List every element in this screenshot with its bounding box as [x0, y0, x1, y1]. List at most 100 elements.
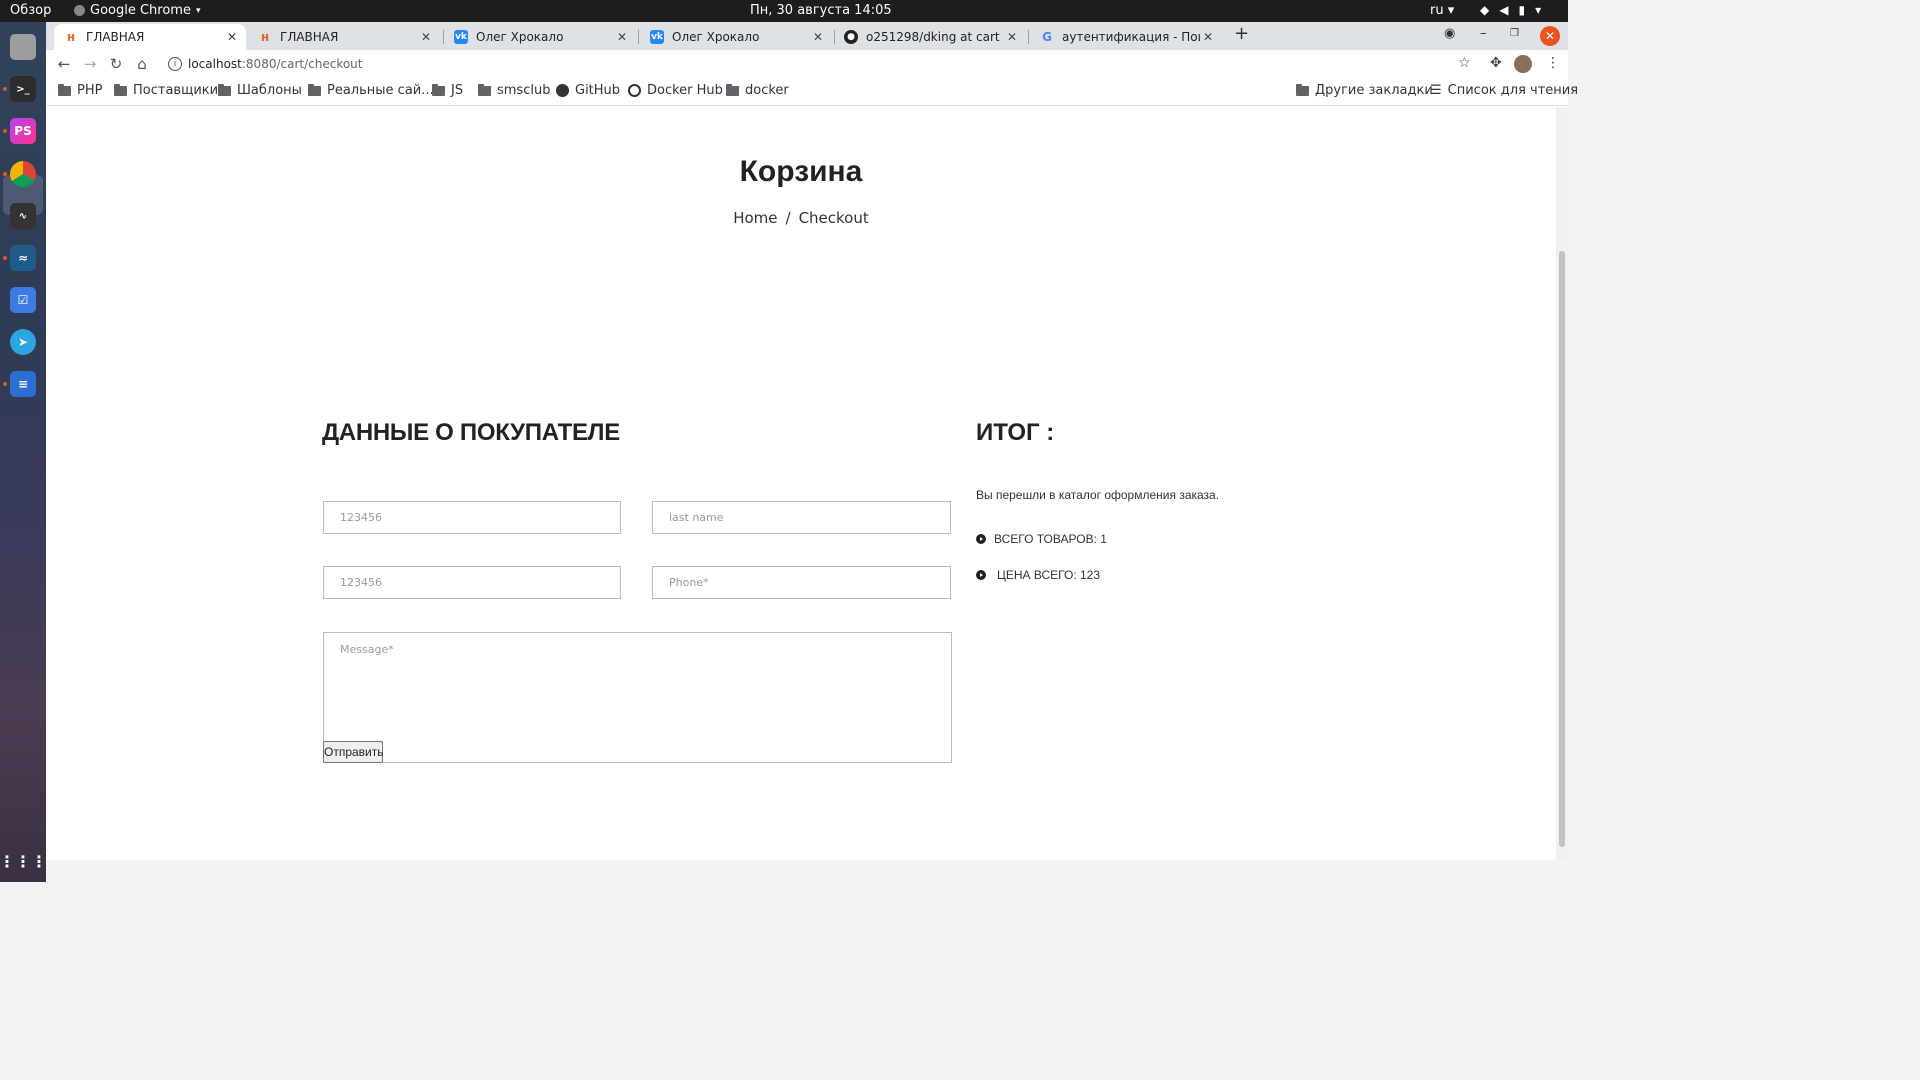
- tab-close-icon[interactable]: ✕: [224, 30, 240, 44]
- bookmark-js[interactable]: JS: [432, 83, 463, 98]
- tab-close-icon[interactable]: ✕: [1004, 30, 1020, 44]
- reading-list-button[interactable]: ☰ Список для чтения: [1430, 83, 1578, 98]
- tab-active[interactable]: н ГЛАВНАЯ ✕: [54, 24, 246, 50]
- tab[interactable]: G аутентификация - Поиск ✕: [1030, 24, 1222, 50]
- last-name-field[interactable]: [652, 501, 951, 534]
- tab[interactable]: vk Олег Хрокало ✕: [444, 24, 636, 50]
- clock[interactable]: Пн, 30 августа 14:05: [750, 3, 892, 18]
- folder-icon: [308, 83, 321, 96]
- tab-close-icon[interactable]: ✕: [810, 30, 826, 44]
- chrome-menu-icon[interactable]: ⋮: [1546, 55, 1560, 71]
- profile-avatar[interactable]: [1514, 55, 1532, 73]
- bookmark-label: Реальные сай...: [327, 83, 434, 98]
- phone-field[interactable]: [652, 566, 951, 599]
- forward-button[interactable]: →: [80, 54, 100, 74]
- folder-icon: [218, 83, 231, 96]
- tab[interactable]: н ГЛАВНАЯ ✕: [248, 24, 440, 50]
- mysql-workbench-icon[interactable]: ≈: [10, 245, 36, 271]
- phpstorm-icon[interactable]: PS: [10, 118, 36, 144]
- chrome-icon[interactable]: [10, 161, 36, 187]
- app-menu[interactable]: Google Chrome ▾: [74, 3, 201, 18]
- bookmark-real-sites[interactable]: Реальные сай...: [308, 83, 434, 98]
- dock: >_ PS ∿ ≈ ☑ ➤ ≡ ⋮⋮⋮: [0, 22, 47, 882]
- breadcrumb-current: Checkout: [798, 209, 869, 227]
- reload-button[interactable]: ↻: [106, 54, 126, 74]
- page-content: Корзина Home / Checkout ДАННЫЕ О ПОКУПАТЕЛ…: [46, 107, 1556, 860]
- vk-icon: vk: [454, 30, 468, 44]
- folder-icon: [58, 83, 71, 96]
- tab-close-icon[interactable]: ✕: [1200, 30, 1216, 44]
- vk-icon: vk: [650, 30, 664, 44]
- page-scrollbar[interactable]: [1556, 107, 1568, 860]
- arrow-bullet-icon: [976, 570, 986, 580]
- system-monitor-icon[interactable]: ∿: [10, 203, 36, 229]
- wifi-icon: ◆: [1480, 3, 1490, 17]
- tab-close-icon[interactable]: ✕: [418, 30, 434, 44]
- page-favicon: н: [260, 30, 270, 44]
- telegram-icon[interactable]: ➤: [10, 329, 36, 355]
- bookmark-github[interactable]: GitHub: [556, 83, 620, 98]
- activities-button[interactable]: Обзор: [10, 3, 51, 18]
- tab-close-icon[interactable]: ✕: [614, 30, 630, 44]
- tab[interactable]: ● o251298/dking at cart ✕: [834, 24, 1026, 50]
- bookmark-label: PHP: [77, 83, 103, 98]
- page-title: Корзина: [739, 155, 863, 188]
- extensions-icon[interactable]: ✥: [1490, 55, 1502, 71]
- folder-icon: [726, 83, 739, 96]
- chevron-down-icon: ▾: [1535, 3, 1542, 17]
- chevron-down-icon: ▾: [195, 5, 201, 16]
- github-icon: ●: [844, 30, 858, 44]
- new-tab-button[interactable]: +: [1234, 23, 1249, 44]
- close-window-button[interactable]: ✕: [1540, 26, 1560, 46]
- bookmark-smsclub[interactable]: smsclub: [478, 83, 550, 98]
- arrow-bullet-icon: [976, 534, 986, 544]
- first-name-field[interactable]: [323, 501, 621, 534]
- maximize-button[interactable]: ❐: [1510, 28, 1519, 39]
- summary-heading: ИТОГ :: [976, 419, 1055, 446]
- minimize-button[interactable]: –: [1480, 26, 1487, 41]
- tab[interactable]: vk Олег Хрокало ✕: [640, 24, 832, 50]
- bookmark-label: Docker Hub: [647, 83, 723, 98]
- home-button[interactable]: ⌂: [132, 54, 152, 74]
- terminal-icon[interactable]: >_: [10, 76, 36, 102]
- breadcrumb: Home / Checkout: [46, 209, 1556, 227]
- system-top-bar: Обзор Google Chrome ▾ Пн, 30 августа 14:…: [0, 0, 1568, 22]
- tab-search-icon[interactable]: ◉: [1444, 26, 1455, 41]
- system-tray[interactable]: ◆ ◀ ▮ ▾: [1480, 3, 1541, 17]
- tab-title: ГЛАВНАЯ: [86, 30, 145, 44]
- battery-icon: ▮: [1518, 3, 1526, 17]
- breadcrumb-home-link[interactable]: Home: [733, 209, 777, 227]
- bookmark-templates[interactable]: Шаблоны: [218, 83, 302, 98]
- back-button[interactable]: ←: [54, 54, 74, 74]
- submit-button[interactable]: Отправить: [323, 741, 384, 763]
- bookmark-label: Поставщики: [133, 83, 219, 98]
- files-icon[interactable]: [10, 34, 36, 60]
- site-info-icon[interactable]: i: [168, 57, 182, 71]
- bookmark-label: GitHub: [575, 83, 621, 98]
- chrome-small-icon: [74, 5, 85, 16]
- bookmark-docker[interactable]: docker: [726, 83, 789, 98]
- browser-toolbar: ← → ↻ ⌂ i localhost:8080/cart/checkout ☆…: [46, 50, 1568, 78]
- address-bar[interactable]: i localhost:8080/cart/checkout: [158, 51, 1488, 77]
- email-field[interactable]: [323, 566, 621, 599]
- message-field[interactable]: [323, 632, 952, 763]
- tab-title: аутентификация - Поиск: [1062, 30, 1200, 44]
- bookmark-php[interactable]: PHP: [58, 83, 102, 98]
- tasks-icon[interactable]: ☑: [10, 287, 36, 313]
- bookmark-suppliers[interactable]: Поставщики: [114, 83, 218, 98]
- bookmark-docker-hub[interactable]: Docker Hub: [628, 83, 723, 98]
- bookmark-star-icon[interactable]: ☆: [1458, 55, 1471, 71]
- github-icon: [556, 84, 569, 97]
- folder-icon: [114, 83, 127, 96]
- page-favicon: н: [66, 30, 76, 44]
- google-icon: G: [1042, 30, 1052, 44]
- text-editor-icon[interactable]: ≡: [10, 371, 36, 397]
- summary-text: Вы перешли в каталог оформления заказа.: [976, 488, 1220, 502]
- folder-icon: [1296, 83, 1309, 96]
- scrollbar-thumb[interactable]: [1559, 251, 1565, 847]
- keyboard-layout[interactable]: ru ▾: [1430, 3, 1454, 18]
- app-grid-icon[interactable]: ⋮⋮⋮: [0, 848, 47, 874]
- bookmark-other[interactable]: Другие закладки: [1296, 83, 1433, 98]
- summary-total-items: ВСЕГО ТОВАРОВ: 1: [976, 532, 1107, 546]
- tab-title: Олег Хрокало: [672, 30, 760, 44]
